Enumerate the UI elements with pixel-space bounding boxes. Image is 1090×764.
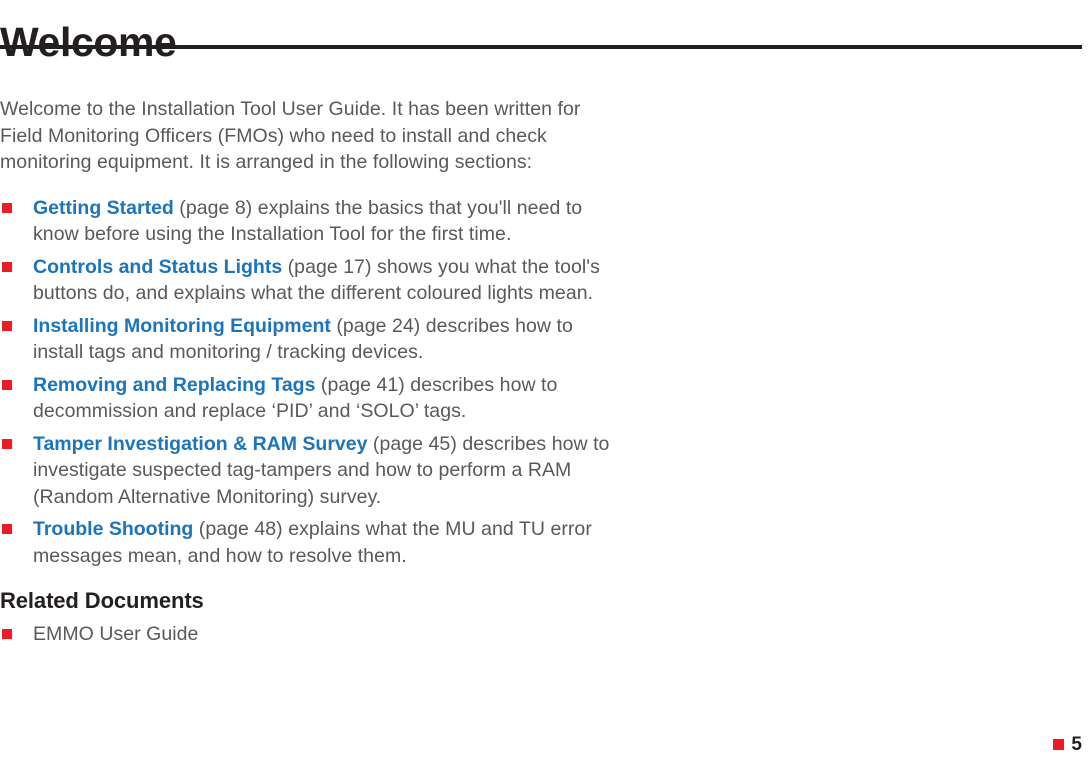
intro-paragraph: Welcome to the Installation Tool User Gu… xyxy=(0,98,581,173)
square-bullet-icon xyxy=(2,320,12,331)
page-footer: 5 xyxy=(1053,735,1082,754)
square-bullet-icon xyxy=(2,261,12,272)
square-bullet-icon xyxy=(2,202,12,213)
section-link-removing-and-replacing-tags[interactable]: Removing and Replacing Tags xyxy=(33,374,315,396)
section-link-installing-monitoring-equipment[interactable]: Installing Monitoring Equipment xyxy=(33,315,331,337)
title-divider xyxy=(0,45,1082,49)
list-item: EMMO User Guide xyxy=(0,621,620,648)
related-documents-list: EMMO User Guide xyxy=(0,621,620,648)
square-bullet-icon xyxy=(2,524,12,534)
square-bullet-icon xyxy=(2,438,12,449)
square-bullet-icon xyxy=(2,629,12,639)
related-document-label: EMMO User Guide xyxy=(33,623,199,645)
list-item: Tamper Investigation & RAM Survey (page … xyxy=(0,431,620,511)
list-item: Installing Monitoring Equipment (page 24… xyxy=(0,313,620,366)
section-link-trouble-shooting[interactable]: Trouble Shooting xyxy=(33,518,193,540)
sections-list: Getting Started (page 8) explains the ba… xyxy=(0,195,620,570)
page-number: 5 xyxy=(1071,734,1082,755)
list-item: Controls and Status Lights (page 17) sho… xyxy=(0,254,620,307)
section-link-tamper-investigation-ram-survey[interactable]: Tamper Investigation & RAM Survey xyxy=(33,433,367,455)
section-link-controls-and-status-lights[interactable]: Controls and Status Lights xyxy=(33,256,282,278)
document-page: Welcome Welcome to the Installation Tool… xyxy=(0,0,1090,764)
list-item: Removing and Replacing Tags (page 41) de… xyxy=(0,372,620,425)
page-content: Welcome to the Installation Tool User Gu… xyxy=(0,96,620,648)
page-title: Welcome xyxy=(0,19,177,66)
list-item: Trouble Shooting (page 48) explains what… xyxy=(0,516,620,569)
list-item: Getting Started (page 8) explains the ba… xyxy=(0,195,620,248)
square-bullet-icon xyxy=(2,379,12,390)
related-documents-heading: Related Documents xyxy=(0,588,204,613)
square-bullet-icon xyxy=(1053,739,1065,750)
section-link-getting-started[interactable]: Getting Started xyxy=(33,197,174,219)
